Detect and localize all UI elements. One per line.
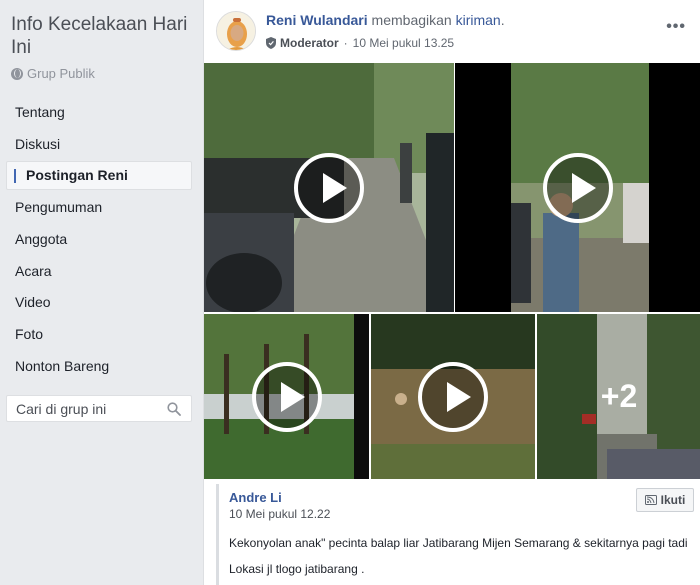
action-text: membagikan [371,12,452,28]
globe-icon [11,67,23,80]
group-nav: Tentang Diskusi Postingan Reni Pengumuma… [6,97,192,383]
nav-item-diskusi[interactable]: Diskusi [6,129,192,161]
author-name-link[interactable]: Reni Wulandari [266,12,368,28]
nav-item-nonton-bareng[interactable]: Nonton Bareng [6,351,192,383]
nav-item-anggota[interactable]: Anggota [6,224,192,256]
search-icon[interactable] [167,402,181,416]
shared-post-timestamp[interactable]: 10 Mei pukul 12.22 [229,507,330,521]
video-thumbnail-1[interactable] [204,63,454,312]
more-photos-overlay: +2 [537,314,700,479]
nav-item-postingan-reni[interactable]: Postingan Reni [6,161,192,191]
video-thumbnail-2[interactable] [455,63,700,312]
shared-author-link[interactable]: Andre Li [229,490,282,505]
follow-button-label: Ikuti [660,493,686,507]
rss-follow-icon [644,495,657,505]
nav-item-tentang[interactable]: Tentang [6,97,192,129]
moderator-shield-icon [266,37,276,49]
shared-post-link[interactable]: kiriman [456,12,501,28]
group-privacy-label: Grup Publik [27,66,95,81]
follow-button[interactable]: Ikuti [636,488,694,512]
play-icon [294,152,364,223]
group-post: Reni Wulandari membagikan kiriman. Moder… [203,0,700,585]
photo-thumbnail-more[interactable]: +2 [537,314,700,479]
video-thumbnail-4[interactable] [371,314,535,479]
header-period: . [500,12,505,28]
play-icon [543,152,613,223]
post-meta: Moderator · 10 Mei pukul 13.25 [266,36,454,50]
shared-post-text-line-2: Lokasi jl tlogo jatibarang . [229,562,365,576]
shared-post-card: Andre Li 10 Mei pukul 12.22 Ikuti Kekony… [216,484,694,585]
post-timestamp[interactable]: 10 Mei pukul 13.25 [353,36,454,50]
group-search [6,395,192,422]
nav-item-pengumuman[interactable]: Pengumuman [6,192,192,224]
meta-separator: · [343,36,348,50]
group-search-input[interactable] [7,396,157,421]
group-title[interactable]: Info Kecelakaan Hari Ini [11,13,196,59]
moderator-badge: Moderator [280,36,339,50]
group-sidebar: Info Kecelakaan Hari Ini Grup Publik Ten… [0,0,198,585]
shared-post-text-line-1: Kekonyolan anak" pecinta balap liar Jati… [229,536,688,550]
play-icon [418,361,488,432]
post-options-icon[interactable]: ••• [666,18,686,36]
nav-item-acara[interactable]: Acara [6,256,192,288]
video-thumbnail-3[interactable] [204,314,369,479]
group-privacy: Grup Publik [11,66,95,81]
post-header: Reni Wulandari membagikan kiriman. [266,12,505,28]
nav-item-video[interactable]: Video [6,287,192,319]
play-icon [251,361,322,432]
author-avatar[interactable] [216,11,256,51]
avatar-image [217,12,255,50]
nav-item-foto[interactable]: Foto [6,319,192,351]
